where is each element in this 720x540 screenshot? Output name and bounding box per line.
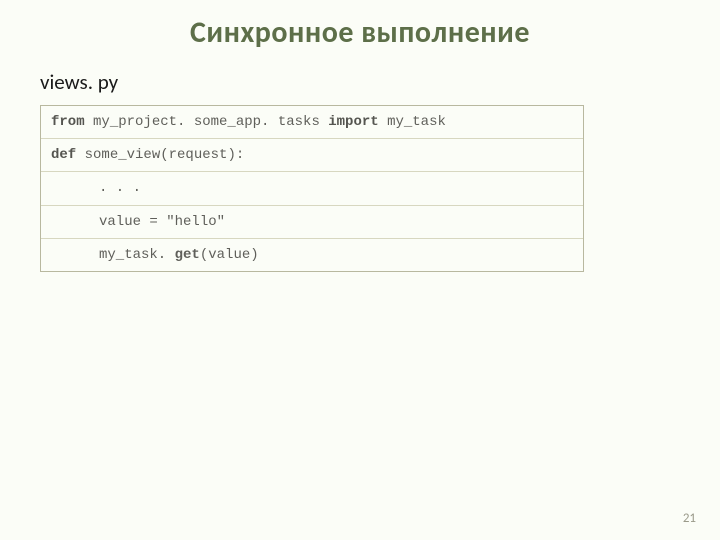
call-method: get (175, 247, 200, 263)
slide-content: Синхронное выполнение views. py from my_… (0, 0, 720, 272)
filename-label: views. py (40, 69, 684, 95)
module-path: my_project. some_app. tasks (85, 114, 329, 130)
keyword-from: from (51, 114, 85, 130)
import-target: my_task (379, 114, 446, 130)
code-line-call: my_task. get(value) (41, 238, 583, 271)
func-signature: some_view(request): (76, 147, 244, 163)
code-line-dots: . . . (41, 171, 583, 204)
code-line-def: def some_view(request): (41, 138, 583, 171)
slide-title: Синхронное выполнение (36, 14, 684, 51)
keyword-import: import (328, 114, 378, 130)
call-prefix: my_task. (99, 247, 175, 263)
code-line-value: value = "hello" (41, 205, 583, 238)
keyword-def: def (51, 147, 76, 163)
page-number: 21 (683, 511, 696, 526)
call-suffix: (value) (200, 247, 259, 263)
code-block: from my_project. some_app. tasks import … (40, 105, 584, 272)
code-line-import: from my_project. some_app. tasks import … (41, 106, 583, 138)
